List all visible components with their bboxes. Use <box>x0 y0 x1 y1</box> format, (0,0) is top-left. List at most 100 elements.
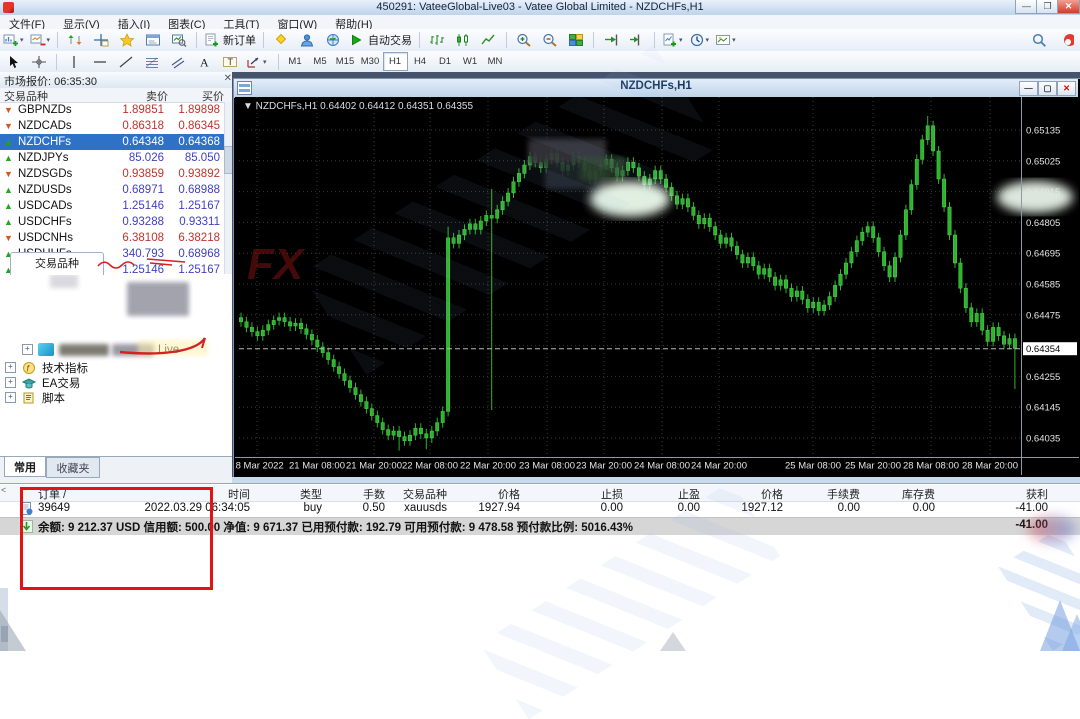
chart-shift-icon[interactable] <box>625 30 649 50</box>
tree-node-EA交易[interactable]: + EA交易 <box>5 375 80 390</box>
text-label-icon[interactable]: T <box>218 52 242 72</box>
candlestick-chart[interactable]: FX 0.65135 0.65025 0.64915 0.64805 0.64695 0.6… <box>230 97 1079 475</box>
restore-button[interactable]: ❐ <box>1036 0 1059 14</box>
bid-price: 1.89851 <box>122 104 164 116</box>
market-watch-symbols-tab[interactable]: 交易品种 <box>10 252 104 275</box>
community-icon[interactable] <box>295 30 319 50</box>
tree-node-account[interactable]: + Live <box>22 342 179 357</box>
menu-帮助[interactable]: 帮助(H) <box>326 15 381 31</box>
line-chart-icon[interactable] <box>477 30 501 50</box>
market-watch-row-NZDUSDs[interactable]: ▲ NZDUSDs 0.68971 0.68988 <box>0 182 224 198</box>
market-watch-rows: ▼ GBPNZDs 1.89851 1.89898 ▼ NZDCADs 0.86318 0.8… <box>0 102 224 274</box>
crosshair-icon[interactable] <box>27 52 51 72</box>
timeframe-H4[interactable]: H4 <box>408 52 433 71</box>
timeframe-MN[interactable]: MN <box>483 52 508 71</box>
symbol-name: NZDSGDs <box>18 168 73 180</box>
bar-chart-icon[interactable] <box>425 30 449 50</box>
menu-文件[interactable]: 文件(F) <box>0 15 54 31</box>
market-watch-row-GBPNZDs[interactable]: ▼ GBPNZDs 1.89851 1.89898 <box>0 102 224 118</box>
minimize-button[interactable]: — <box>1015 0 1038 14</box>
expand-icon[interactable]: + <box>5 392 16 403</box>
strategy-tester-icon[interactable] <box>167 30 191 50</box>
timeframe-M5[interactable]: M5 <box>308 52 333 71</box>
terminal-collapse-arrow[interactable]: < <box>1 485 6 495</box>
chart-close-button[interactable]: ✕ <box>1057 81 1076 96</box>
text-a-icon[interactable]: A <box>192 52 216 72</box>
market-watch-row-NZDCADs[interactable]: ▼ NZDCADs 0.86318 0.86345 <box>0 118 224 134</box>
timeframe-M15[interactable]: M15 <box>333 52 358 71</box>
chart-canvas[interactable]: FX 0.65135 0.65025 0.64915 0.64805 0.64695 0.6… <box>230 97 1079 475</box>
market-watch-close-icon[interactable]: ✕ <box>224 73 232 84</box>
terminal-col-7[interactable]: 止盈 <box>610 486 700 502</box>
data-window-icon[interactable] <box>89 30 113 50</box>
terminal-icon[interactable] <box>141 30 165 50</box>
censored-account-name <box>59 343 109 356</box>
arrow-down-icon: ▼ <box>4 121 13 131</box>
profiles-icon[interactable]: ▾ <box>28 30 53 50</box>
toolbar-standard: ▾ ▾ 新订单 自动交易 ▾ ▾ ▾ <box>0 29 1080 52</box>
indicators-icon[interactable]: ▾ <box>660 30 685 50</box>
timeframe-D1[interactable]: D1 <box>433 52 458 71</box>
chart-restore-button[interactable]: ▢ <box>1038 81 1057 96</box>
close-button[interactable]: ✕ <box>1057 0 1080 14</box>
order-cell-11: -41.00 <box>1015 502 1048 514</box>
navigator-icon[interactable] <box>115 30 139 50</box>
chat-orb-icon[interactable] <box>1054 30 1078 50</box>
terminal-col-5[interactable]: 价格 <box>430 486 520 502</box>
metaeditor-icon[interactable] <box>269 30 293 50</box>
zoom-out-icon[interactable] <box>538 30 562 50</box>
fibo-icon[interactable] <box>140 52 164 72</box>
cursor-icon[interactable] <box>1 52 25 72</box>
market-watch-row-NZDCHFs[interactable]: ▲ NZDCHFs 0.64348 0.64368 <box>0 134 224 150</box>
new-chart-icon[interactable]: ▾ <box>1 30 26 50</box>
expand-icon[interactable]: + <box>22 344 33 355</box>
terminal-col-10[interactable]: 库存费 <box>845 486 935 502</box>
market-watch-row-USDCNHs[interactable]: ▼ USDCNHs 6.38108 6.38218 <box>0 230 224 246</box>
zoom-in-icon[interactable] <box>512 30 536 50</box>
account-icon <box>38 343 54 356</box>
script-icon <box>21 391 37 404</box>
auto-scroll-icon[interactable] <box>599 30 623 50</box>
chart-minimize-button[interactable]: — <box>1019 81 1038 96</box>
periods-icon[interactable]: ▾ <box>687 30 712 50</box>
market-watch-row-USDCADs[interactable]: ▲ USDCADs 1.25146 1.25167 <box>0 198 224 214</box>
tree-node-脚本[interactable]: + 脚本 <box>5 390 65 405</box>
new-order-button[interactable]: 新订单 <box>202 30 258 50</box>
candlestick-icon[interactable] <box>451 30 475 50</box>
market-watch-row-NZDSGDs[interactable]: ▼ NZDSGDs 0.93859 0.93892 <box>0 166 224 182</box>
terminal-col-11[interactable]: 获利 <box>958 486 1048 502</box>
expand-icon[interactable]: + <box>5 362 16 373</box>
channel-icon[interactable] <box>166 52 190 72</box>
market-watch-row-NZDJPYs[interactable]: ▲ NZDJPYs 85.026 85.050 <box>0 150 224 166</box>
menu-工具[interactable]: 工具(T) <box>214 15 268 31</box>
menu-图表[interactable]: 图表(C) <box>159 15 214 31</box>
expand-icon[interactable]: + <box>5 377 16 388</box>
navigator-tab-常用[interactable]: 常用 <box>4 457 46 477</box>
svg-text:28 Mar 08:00: 28 Mar 08:00 <box>903 461 959 472</box>
toolbar-separator <box>57 32 59 48</box>
tree-node-技术指标[interactable]: + f 技术指标 <box>5 360 88 375</box>
menu-显示[interactable]: 显示(V) <box>54 15 109 31</box>
svg-text:FX: FX <box>247 240 306 289</box>
templates-icon[interactable]: ▾ <box>713 30 738 50</box>
market-watch-row-USDCHFs[interactable]: ▲ USDCHFs 0.93288 0.93311 <box>0 214 224 230</box>
hline-icon[interactable] <box>88 52 112 72</box>
shapes-icon[interactable]: ▾ <box>244 52 269 72</box>
tile-windows-icon[interactable] <box>564 30 588 50</box>
navigator-tab-收藏夹[interactable]: 收藏夹 <box>46 457 100 478</box>
chart-window-titlebar[interactable]: NZDCHFs,H1 — ▢ ✕ <box>234 79 1078 98</box>
timeframe-W1[interactable]: W1 <box>458 52 483 71</box>
left-edge-thumb <box>1 626 8 642</box>
market-watch-icon[interactable] <box>63 30 87 50</box>
menu-插入[interactable]: 插入(I) <box>109 15 159 31</box>
timeframe-M1[interactable]: M1 <box>283 52 308 71</box>
web-icon[interactable] <box>321 30 345 50</box>
timeframe-M30[interactable]: M30 <box>358 52 383 71</box>
vline-icon[interactable] <box>62 52 86 72</box>
arrow-up-icon: ▲ <box>4 185 13 195</box>
autotrading-button[interactable]: 自动交易 <box>347 30 414 50</box>
menu-窗口[interactable]: 窗口(W) <box>268 15 326 31</box>
timeframe-H1[interactable]: H1 <box>382 52 408 71</box>
trendline-icon[interactable] <box>114 52 138 72</box>
search-icon[interactable] <box>1027 30 1051 50</box>
